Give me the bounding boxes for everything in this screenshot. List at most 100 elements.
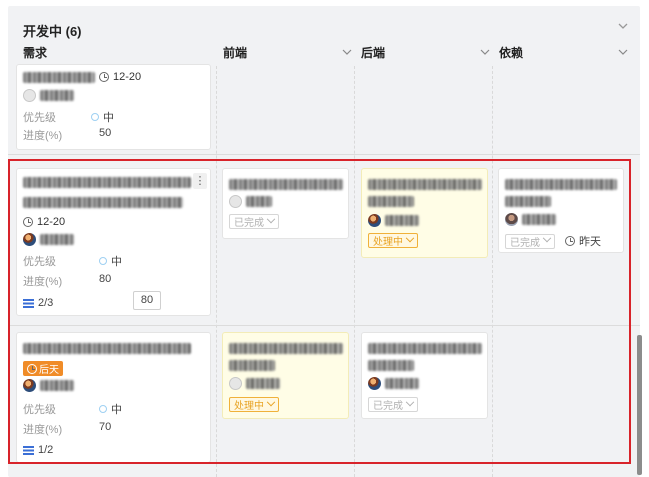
redacted-title xyxy=(368,360,414,371)
column-header-label: 需求 xyxy=(23,46,48,60)
chevron-down-icon xyxy=(266,214,276,223)
priority-label: 优先级 xyxy=(23,256,56,268)
column-header-label: 后端 xyxy=(361,46,386,60)
column-divider xyxy=(354,66,355,477)
redacted-title xyxy=(368,343,482,354)
status-dropdown[interactable]: 已完成 xyxy=(368,397,418,412)
status-label: 已完成 xyxy=(373,401,403,412)
chevron-down-icon xyxy=(266,397,276,406)
chevron-down-icon[interactable] xyxy=(616,19,630,33)
due-date: 12-20 xyxy=(37,216,66,228)
priority-value: 中 xyxy=(111,404,122,416)
progress-label: 进度(%) xyxy=(23,276,63,288)
row-divider xyxy=(8,325,640,326)
avatar xyxy=(368,214,381,227)
due-label: 后天 xyxy=(39,365,59,376)
priority-dot-icon xyxy=(91,113,99,121)
task-card-frontend[interactable]: 处理中 xyxy=(222,332,349,419)
avatar xyxy=(23,233,36,246)
kanban-board: 开发中 (6) 需求 前端 后端 依赖 12-20 优先级 中 进度(%) 50… xyxy=(8,6,640,477)
subtask-count: 1/2 xyxy=(38,444,54,456)
status-dropdown[interactable]: 处理中 xyxy=(368,233,418,248)
scrollbar[interactable] xyxy=(637,335,642,475)
column-header-frontend[interactable]: 前端 xyxy=(223,44,353,62)
requirement-card[interactable]: 后天 优先级 中 进度(%) 70 1/2 xyxy=(16,332,211,463)
avatar xyxy=(229,377,242,390)
column-divider xyxy=(216,66,217,477)
redacted-assignee xyxy=(246,196,272,207)
task-card-backend[interactable]: 已完成 xyxy=(361,332,488,419)
redacted-assignee xyxy=(40,380,74,391)
redacted-title xyxy=(229,179,343,190)
column-header-label: 依赖 xyxy=(499,46,524,60)
redacted-title xyxy=(23,71,95,83)
column-divider xyxy=(492,66,493,477)
redacted-title xyxy=(229,343,343,354)
subtask-icon xyxy=(23,445,34,455)
clock-icon xyxy=(565,236,575,246)
due-badge: 后天 xyxy=(23,361,63,376)
chevron-down-icon xyxy=(405,233,415,242)
avatar xyxy=(23,379,36,392)
avatar xyxy=(23,89,36,102)
task-card-dependency[interactable]: 已完成 昨天 xyxy=(498,168,624,253)
priority-value: 中 xyxy=(111,256,122,268)
chevron-down-icon[interactable] xyxy=(341,46,353,58)
priority-value: 中 xyxy=(103,112,114,124)
redacted-assignee xyxy=(522,214,556,225)
due-date: 昨天 xyxy=(579,236,601,248)
priority-label: 优先级 xyxy=(23,404,56,416)
group-title: 开发中 (6) xyxy=(23,24,82,39)
redacted-title xyxy=(505,179,617,190)
priority-label: 优先级 xyxy=(23,112,56,124)
redacted-assignee xyxy=(40,90,74,101)
status-dropdown[interactable]: 已完成 xyxy=(229,214,279,229)
chevron-down-icon[interactable] xyxy=(479,46,491,58)
task-card-frontend[interactable]: 已完成 xyxy=(222,168,349,239)
redacted-assignee xyxy=(385,378,419,389)
redacted-assignee xyxy=(385,215,419,226)
redacted-title xyxy=(368,196,414,207)
column-header-requirement[interactable]: 需求 xyxy=(23,44,213,62)
column-header-label: 前端 xyxy=(223,46,248,60)
priority-dot-icon xyxy=(99,257,107,265)
chevron-down-icon xyxy=(405,397,415,406)
redacted-title xyxy=(23,197,183,208)
avatar xyxy=(505,213,518,226)
subtask-count: 2/3 xyxy=(38,297,54,309)
chevron-down-icon xyxy=(542,233,552,243)
redacted-title xyxy=(505,196,551,207)
status-dropdown[interactable]: 处理中 xyxy=(229,397,279,412)
redacted-title xyxy=(229,360,275,371)
chevron-down-icon[interactable] xyxy=(617,46,629,58)
status-label: 已完成 xyxy=(234,218,264,229)
status-dropdown[interactable]: 已完成 xyxy=(505,233,555,249)
requirement-card[interactable]: 12-20 优先级 中 进度(%) 50 xyxy=(16,64,211,150)
redacted-title xyxy=(368,179,482,190)
progress-value: 50 xyxy=(99,127,112,139)
progress-value: 80 xyxy=(99,273,112,285)
progress-label: 进度(%) xyxy=(23,130,63,142)
status-label: 处理中 xyxy=(234,401,264,412)
more-icon[interactable]: ⋮ xyxy=(193,173,207,189)
task-card-backend[interactable]: 处理中 xyxy=(361,168,488,258)
column-header-backend[interactable]: 后端 xyxy=(361,44,491,62)
due-date: 12-20 xyxy=(113,71,142,83)
progress-value: 70 xyxy=(99,421,112,433)
avatar xyxy=(368,377,381,390)
redacted-title xyxy=(23,177,191,188)
redacted-title xyxy=(23,343,191,354)
column-header-dependency[interactable]: 依赖 xyxy=(499,44,629,62)
clock-icon xyxy=(23,217,33,227)
status-label: 已完成 xyxy=(510,237,540,249)
row-divider xyxy=(8,154,640,155)
subtask-icon xyxy=(23,298,34,308)
requirement-card[interactable]: ⋮ 12-20 优先级 中 进度(%) 80 2/3 80 xyxy=(16,168,211,316)
clock-icon xyxy=(99,72,109,82)
priority-dot-icon xyxy=(99,405,107,413)
clock-icon xyxy=(27,363,37,374)
progress-label: 进度(%) xyxy=(23,424,63,436)
status-label: 处理中 xyxy=(373,237,403,248)
redacted-assignee xyxy=(40,234,74,245)
progress-input[interactable]: 80 xyxy=(133,291,161,310)
